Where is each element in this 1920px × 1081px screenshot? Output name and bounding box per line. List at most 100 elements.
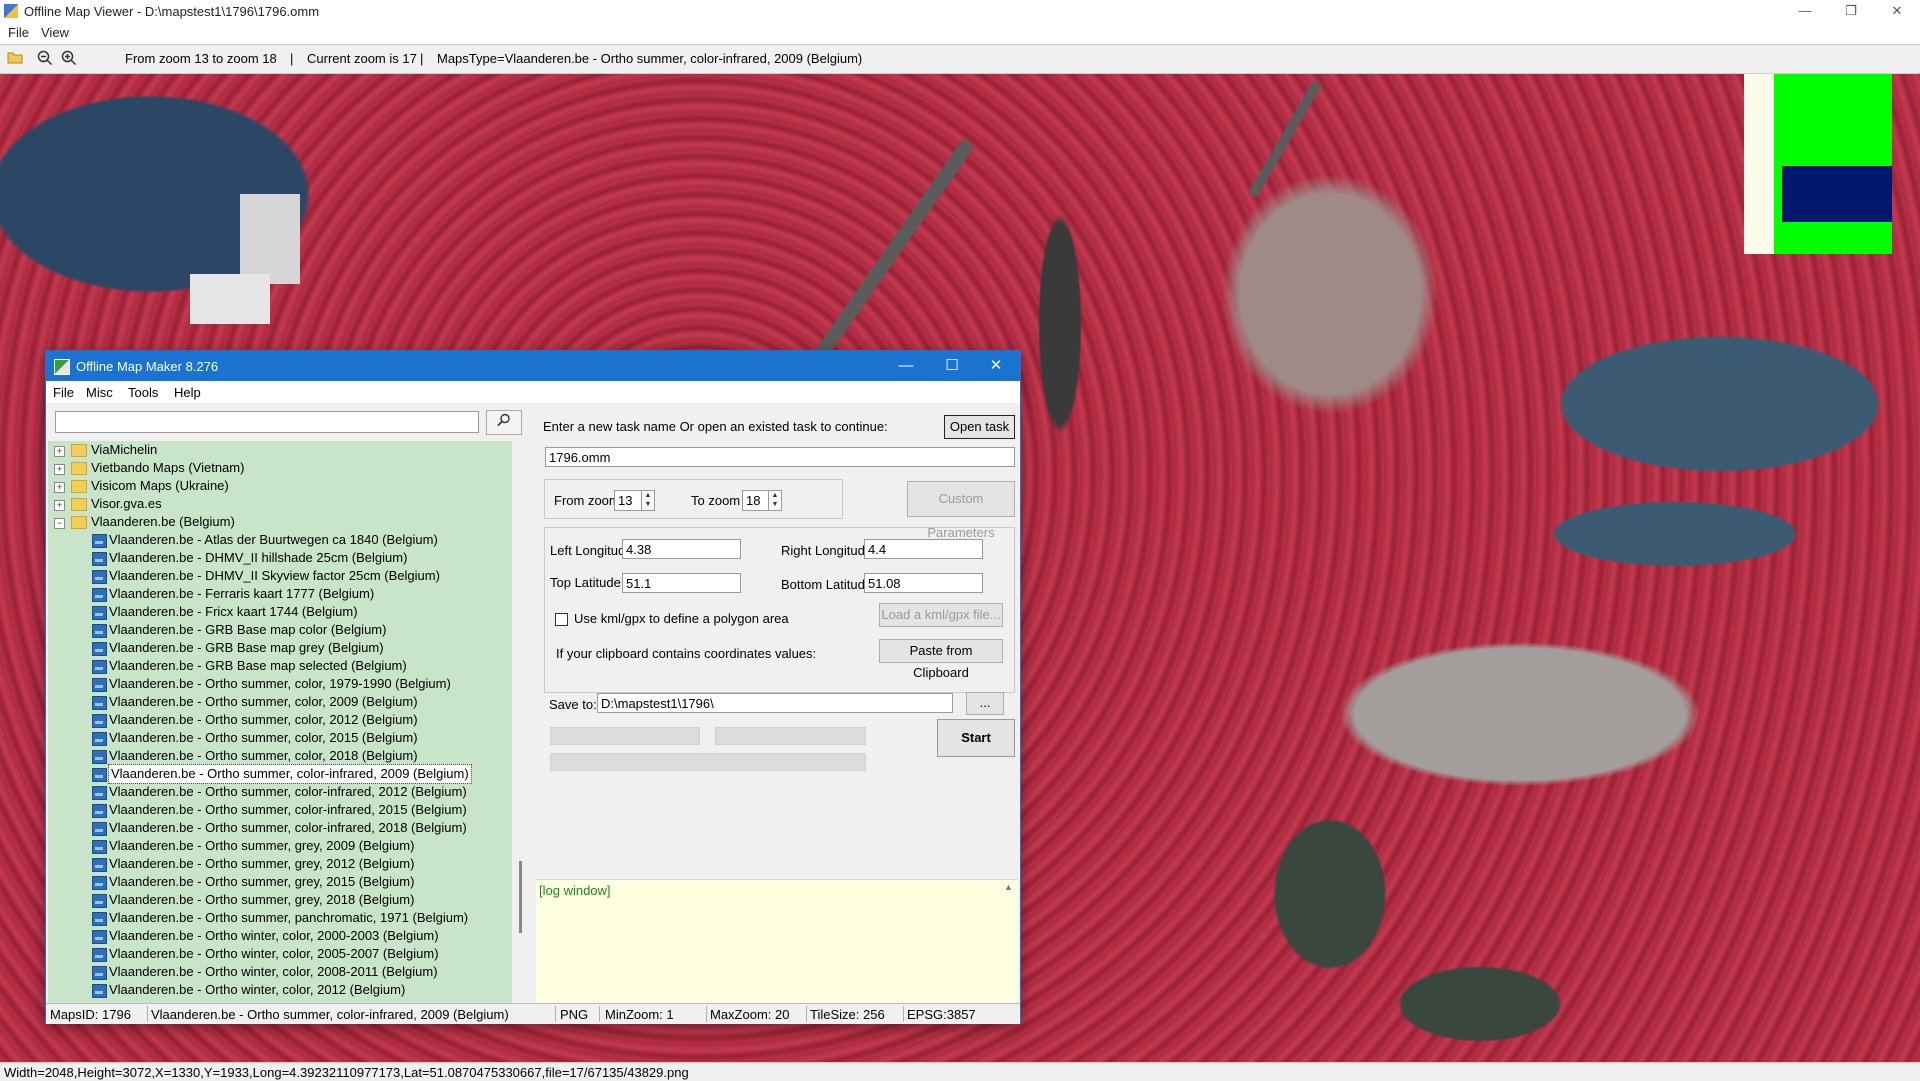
- map-layer-icon: [92, 588, 107, 602]
- tree-map-item[interactable]: Vlaanderen.be - Ortho summer, color-infr…: [108, 764, 472, 784]
- viewer-minimize-button[interactable]: —: [1782, 0, 1828, 22]
- spin-up-icon[interactable]: ▲: [642, 491, 654, 500]
- viewer-close-button[interactable]: ✕: [1874, 0, 1920, 22]
- tree-expander[interactable]: −: [54, 518, 65, 529]
- dialog-menu-tools[interactable]: Tools: [128, 385, 158, 400]
- left-longitude-input[interactable]: 4.38: [622, 539, 741, 559]
- tree-map-item[interactable]: Vlaanderen.be - Atlas der Buurtwegen ca …: [109, 531, 438, 549]
- map-layer-icon: [92, 534, 107, 548]
- search-button[interactable]: [486, 410, 522, 435]
- minimap-viewport[interactable]: [1782, 166, 1892, 222]
- zoom-in-icon[interactable]: [60, 50, 78, 68]
- dialog-menu-file[interactable]: File: [53, 385, 74, 400]
- spin-down-icon[interactable]: ▼: [642, 500, 654, 509]
- from-zoom-spinner[interactable]: ▲ ▼: [641, 490, 655, 511]
- right-longitude-input[interactable]: 4.4: [864, 539, 983, 559]
- tree-folder-viamichelin[interactable]: ViaMichelin: [91, 441, 157, 459]
- viewer-titlebar: Offline Map Viewer - D:\mapstest1\1796\1…: [0, 0, 1920, 22]
- paste-clipboard-button[interactable]: Paste from Clipboard: [879, 639, 1003, 680]
- dialog-titlebar: Offline Map Maker 8.276 — ☐ ✕: [46, 351, 1020, 381]
- tree-expander[interactable]: +: [54, 500, 65, 511]
- viewer-menu-view[interactable]: View: [41, 25, 69, 40]
- from-zoom-input[interactable]: 13: [614, 490, 642, 511]
- kml-checkbox[interactable]: [555, 613, 568, 626]
- tree-map-item[interactable]: Vlaanderen.be - GRB Base map color (Belg…: [109, 621, 386, 639]
- dialog-menu-help[interactable]: Help: [174, 385, 201, 400]
- load-kml-button[interactable]: Load a kml/gpx file...: [879, 603, 1003, 627]
- tree-map-item[interactable]: Vlaanderen.be - Ortho winter, color, 200…: [109, 945, 439, 963]
- top-latitude-input[interactable]: 51.1: [622, 573, 741, 593]
- viewer-menu-file[interactable]: File: [8, 25, 29, 40]
- tree-map-item[interactable]: Vlaanderen.be - Ortho winter, color, 200…: [109, 927, 439, 945]
- status-separator: [599, 1006, 600, 1022]
- tree-map-item[interactable]: Vlaanderen.be - Ortho summer, color, 201…: [109, 729, 418, 747]
- tree-map-item[interactable]: Vlaanderen.be - Ortho summer, color, 197…: [109, 675, 451, 693]
- dialog-maximize-button[interactable]: ☐: [930, 351, 974, 381]
- map-search-input[interactable]: [55, 411, 479, 433]
- save-path-input[interactable]: D:\mapstest1\1796\: [597, 693, 953, 713]
- tree-map-item[interactable]: Vlaanderen.be - Ortho summer, panchromat…: [109, 909, 468, 927]
- map-layer-icon: [92, 912, 107, 926]
- tree-scrollbar[interactable]: [513, 441, 529, 1003]
- tree-expander[interactable]: +: [54, 464, 65, 475]
- map-layer-icon: [92, 822, 107, 836]
- bottom-latitude-input[interactable]: 51.08: [864, 573, 983, 593]
- to-zoom-spinner[interactable]: ▲ ▼: [768, 490, 782, 511]
- overview-minimap[interactable]: [1744, 74, 1892, 254]
- viewer-maximize-button[interactable]: ❐: [1828, 0, 1874, 22]
- tree-map-item[interactable]: Vlaanderen.be - Ortho winter, color, 201…: [109, 981, 405, 999]
- zoom-out-icon[interactable]: [36, 50, 54, 68]
- dialog-minimize-button[interactable]: —: [884, 351, 928, 381]
- tree-folder-visor-gva[interactable]: Visor.gva.es: [91, 495, 162, 513]
- start-button[interactable]: Start: [937, 719, 1015, 757]
- task-name-input[interactable]: 1796.omm: [545, 447, 1015, 467]
- tree-folder-vlaanderen[interactable]: Vlaanderen.be (Belgium): [91, 513, 235, 531]
- map-layer-icon: [92, 768, 107, 782]
- tree-map-item[interactable]: Vlaanderen.be - Ortho summer, color-infr…: [109, 801, 467, 819]
- tree-map-item[interactable]: Vlaanderen.be - Ortho summer, color, 201…: [109, 711, 418, 729]
- tree-map-item[interactable]: Vlaanderen.be - Ortho winter, color, 200…: [109, 963, 438, 981]
- offline-map-maker-dialog: Offline Map Maker 8.276 — ☐ ✕ File Misc …: [45, 350, 1021, 1024]
- map-source-tree[interactable]: + ViaMichelin + Vietbando Maps (Vietnam)…: [48, 441, 512, 1003]
- scroll-up-icon[interactable]: ▲: [1004, 882, 1013, 892]
- tree-expander[interactable]: +: [54, 446, 65, 457]
- tree-folder-visicom[interactable]: Visicom Maps (Ukraine): [91, 477, 229, 495]
- tree-map-item[interactable]: Vlaanderen.be - GRB Base map grey (Belgi…: [109, 639, 384, 657]
- tree-map-item[interactable]: Vlaanderen.be - Ortho summer, color-infr…: [109, 819, 467, 837]
- tree-map-item[interactable]: Vlaanderen.be - Ortho summer, color, 201…: [109, 747, 418, 765]
- tree-map-item[interactable]: Vlaanderen.be - Ortho summer, grey, 2018…: [109, 891, 414, 909]
- tree-map-item[interactable]: Vlaanderen.be - DHMV_II hillshade 25cm (…: [109, 549, 407, 567]
- tree-map-item[interactable]: Vlaanderen.be - Ortho summer, grey, 2009…: [109, 837, 414, 855]
- tree-map-item[interactable]: Vlaanderen.be - Ortho summer, grey, 2012…: [109, 855, 414, 873]
- tree-map-item[interactable]: Vlaanderen.be - GRB Base map selected (B…: [109, 657, 407, 675]
- to-zoom-input[interactable]: 18: [742, 490, 769, 511]
- folder-open-icon[interactable]: [6, 50, 24, 68]
- viewer-menubar: File View: [0, 22, 1920, 42]
- tree-map-item[interactable]: Vlaanderen.be - DHMV_II Skyview factor 2…: [109, 567, 440, 585]
- map-layer-icon: [92, 570, 107, 584]
- tree-scrollbar-thumb[interactable]: [519, 861, 522, 933]
- spin-up-icon[interactable]: ▲: [769, 491, 781, 500]
- map-layer-icon: [92, 750, 107, 764]
- tree-map-item[interactable]: Vlaanderen.be - Fricx kaart 1744 (Belgiu…: [109, 603, 358, 621]
- browse-button[interactable]: ...: [966, 692, 1004, 715]
- open-task-button[interactable]: Open task ...: [944, 415, 1015, 456]
- spin-down-icon[interactable]: ▼: [769, 500, 781, 509]
- dialog-close-button[interactable]: ✕: [974, 351, 1018, 381]
- custom-parameters-button[interactable]: Custom Parameters: [907, 481, 1015, 540]
- log-text: [log window]: [539, 883, 611, 898]
- map-viewer-app-icon: [4, 4, 18, 18]
- tree-map-item[interactable]: Vlaanderen.be - Ortho summer, color, 200…: [109, 693, 418, 711]
- tree-folder-vietbando[interactable]: Vietbando Maps (Vietnam): [91, 459, 244, 477]
- map-layer-icon: [92, 552, 107, 566]
- map-layer-icon: [92, 642, 107, 656]
- dialog-menu-misc[interactable]: Misc: [86, 385, 113, 400]
- map-layer-icon: [92, 624, 107, 638]
- tree-map-item[interactable]: Vlaanderen.be - Ferraris kaart 1777 (Bel…: [109, 585, 374, 603]
- tree-expander[interactable]: +: [54, 482, 65, 493]
- tree-map-item[interactable]: Vlaanderen.be - Ortho summer, grey, 2015…: [109, 873, 414, 891]
- status-separator: [806, 1006, 807, 1022]
- tree-map-item[interactable]: Vlaanderen.be - Ortho summer, color-infr…: [109, 783, 467, 801]
- viewer-status-text: Width=2048,Height=3072,X=1330,Y=1933,Lon…: [4, 1065, 689, 1080]
- map-maker-app-icon: [54, 359, 70, 375]
